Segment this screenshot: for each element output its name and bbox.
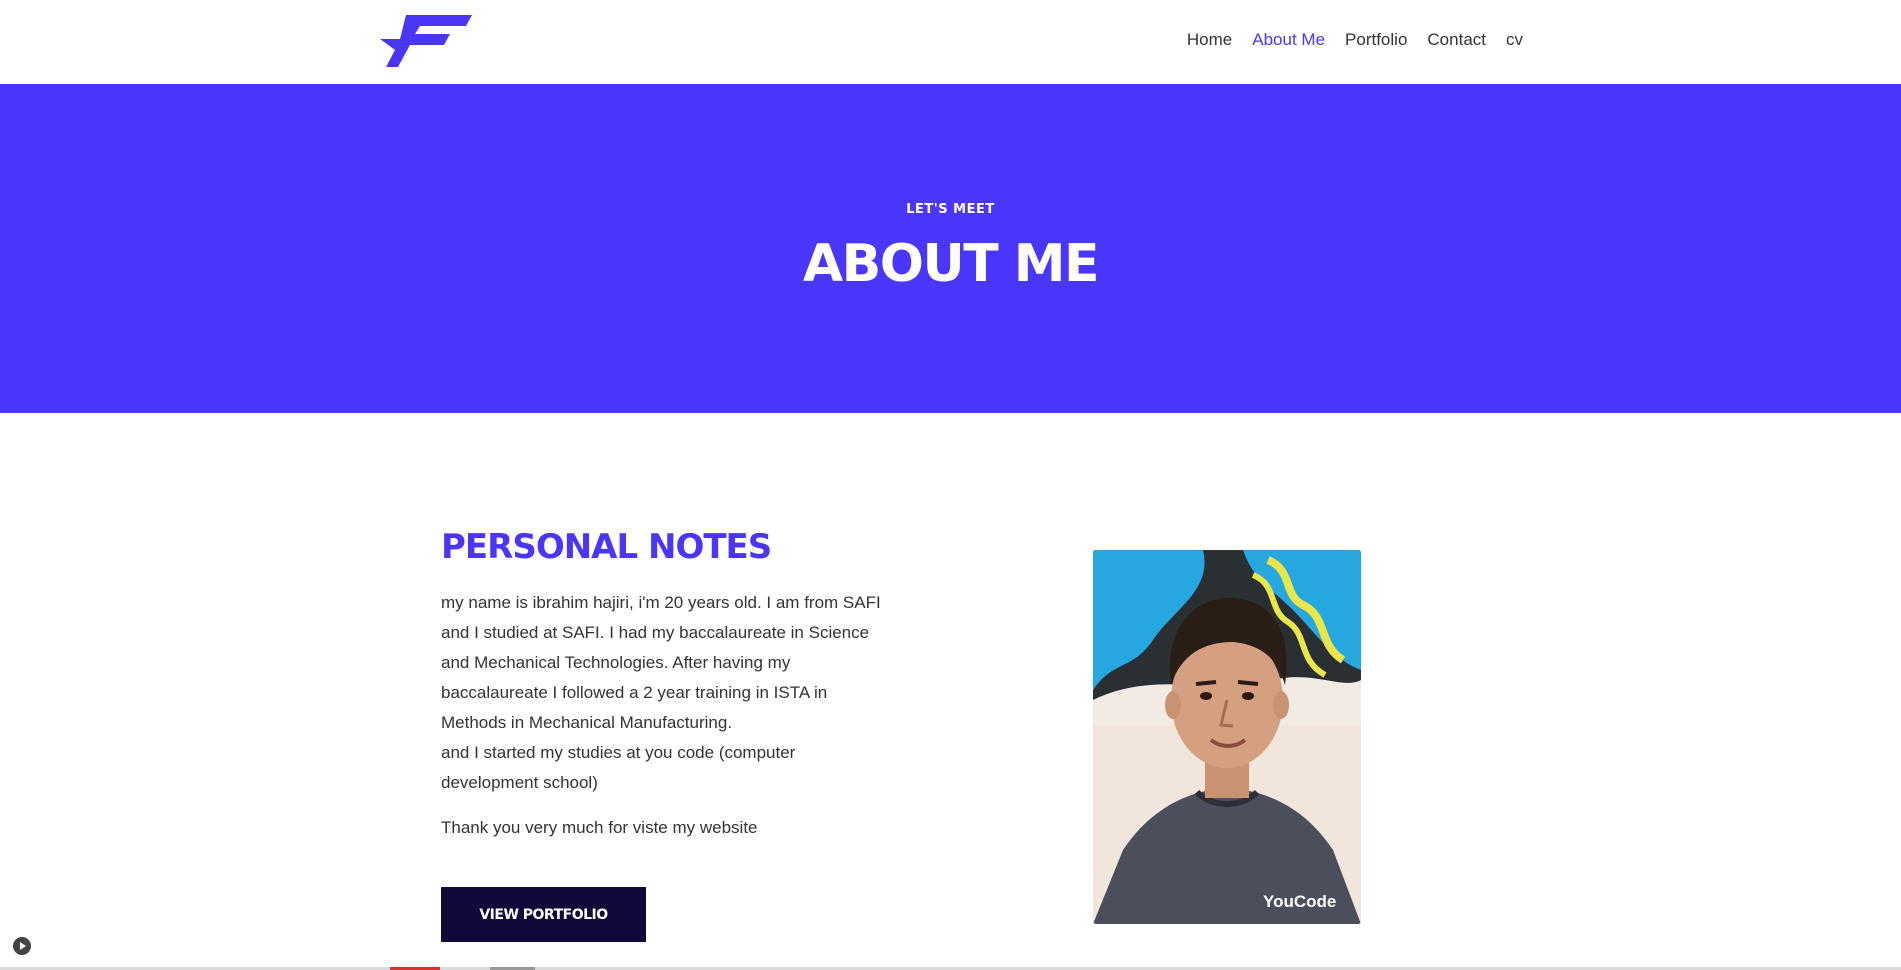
- personal-notes-title: PERSONAL NOTES: [441, 527, 772, 567]
- nav-contact[interactable]: Contact: [1427, 30, 1486, 50]
- nav-about-me[interactable]: About Me: [1252, 30, 1325, 50]
- notes-line: Methods in Mechanical Manufacturing.: [441, 713, 733, 732]
- thanks-text: Thank you very much for viste my website: [441, 818, 758, 837]
- profile-photo: YouCode: [1093, 550, 1361, 924]
- nav-portfolio[interactable]: Portfolio: [1345, 30, 1407, 50]
- profile-photo-illustration: YouCode: [1093, 550, 1361, 924]
- nav-cv[interactable]: cv: [1506, 30, 1523, 50]
- notes-line: and I started my studies at you code (co…: [441, 743, 796, 762]
- main-nav: Home About Me Portfolio Contact cv: [1187, 30, 1523, 50]
- notes-line: development school): [441, 773, 598, 792]
- site-header: Home About Me Portfolio Contact cv: [0, 0, 1901, 84]
- hero-kicker: LET'S MEET: [906, 202, 995, 217]
- notes-line: my name is ibrahim hajiri, i'm 20 years …: [441, 593, 881, 612]
- shirt-logo-text: YouCode: [1263, 892, 1336, 911]
- notes-line: and Mechanical Technologies. After havin…: [441, 653, 791, 672]
- nav-home[interactable]: Home: [1187, 30, 1232, 50]
- hero-banner: LET'S MEET ABOUT ME: [0, 84, 1901, 413]
- view-portfolio-button[interactable]: VIEW PORTFOLIO: [441, 887, 646, 942]
- notes-line: and I studied at SAFI. I had my baccalau…: [441, 623, 870, 642]
- personal-notes-text: my name is ibrahim hajiri, i'm 20 years …: [441, 588, 911, 798]
- notes-line: baccalaureate I followed a 2 year traini…: [441, 683, 828, 702]
- hero-title: ABOUT ME: [802, 234, 1100, 294]
- play-icon[interactable]: [13, 937, 31, 955]
- logo-icon[interactable]: [380, 15, 472, 67]
